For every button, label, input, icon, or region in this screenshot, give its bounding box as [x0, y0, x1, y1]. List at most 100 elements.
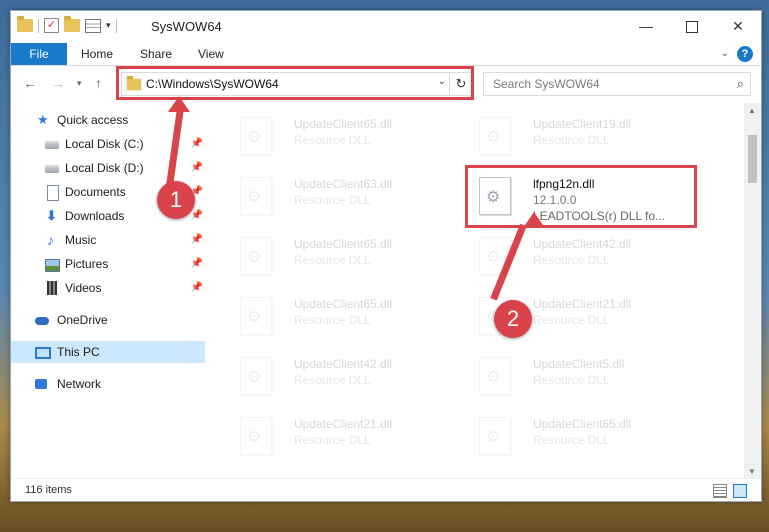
file-item[interactable]: UpdateClient5.dll Resource DLL	[471, 357, 691, 401]
file-type: Resource DLL	[294, 313, 371, 327]
drive-icon	[45, 165, 59, 173]
sidebar-item-label: This PC	[57, 345, 100, 359]
pictures-icon	[45, 259, 60, 272]
customize-icon[interactable]	[85, 18, 101, 33]
sidebar-item-onedrive[interactable]: OneDrive	[11, 309, 205, 331]
navigation-pane: ★ Quick access Local Disk (C:) 📌 Local D…	[11, 103, 211, 479]
dll-file-icon	[479, 117, 511, 155]
tab-view[interactable]: View	[198, 43, 224, 65]
large-icons-view-icon[interactable]	[733, 484, 747, 498]
item-count: 116 items	[25, 484, 72, 496]
sidebar-item-label: Documents	[65, 185, 126, 199]
expand-ribbon-icon[interactable]: ⌄	[721, 48, 729, 59]
sidebar-item-network[interactable]: Network	[11, 373, 205, 395]
file-name: UpdateClient65.dll	[294, 117, 393, 131]
arrow-head-1	[168, 96, 190, 112]
properties-check-icon[interactable]: ✓	[44, 18, 59, 33]
file-item[interactable]: UpdateClient65.dll Resource DLL	[232, 297, 452, 341]
sidebar-item-label: Downloads	[65, 209, 125, 223]
dll-file-icon	[240, 177, 272, 215]
file-item[interactable]: UpdateClient21.dll Resource DLL	[232, 417, 452, 461]
title-bar: ✓ ▾ SysWOW64 — ✕	[11, 11, 761, 43]
help-button[interactable]: ?	[737, 46, 753, 62]
minimize-button[interactable]: —	[623, 11, 669, 41]
sidebar-item-pictures[interactable]: Pictures 📌	[11, 253, 205, 275]
search-icon[interactable]: ⌕	[737, 76, 744, 92]
dll-file-icon	[240, 357, 272, 395]
window-title: SysWOW64	[151, 19, 222, 34]
file-type: Resource DLL	[533, 313, 610, 327]
search-input[interactable]: Search SysWOW64 ⌕	[483, 72, 751, 96]
scroll-up-icon[interactable]: ▲	[748, 106, 756, 115]
scrollbar-thumb[interactable]	[748, 135, 757, 183]
status-bar: 116 items	[11, 478, 761, 501]
tab-share[interactable]: Share	[140, 43, 172, 65]
close-button[interactable]: ✕	[715, 11, 761, 41]
file-item[interactable]: UpdateClient65.dll Resource DLL	[232, 117, 452, 161]
file-type: Resource DLL	[294, 133, 371, 147]
file-item[interactable]: UpdateClient42.dll Resource DLL	[232, 357, 452, 401]
up-arrow-icon[interactable]: ↑	[95, 75, 102, 91]
pin-icon[interactable]: 📌	[191, 210, 203, 221]
recent-locations-icon[interactable]: ▾	[77, 78, 82, 89]
sidebar-item-label: Pictures	[65, 257, 109, 271]
drive-icon	[45, 141, 59, 149]
sidebar-item-label: Network	[57, 377, 102, 391]
sidebar-item-this-pc[interactable]: This PC	[11, 341, 205, 363]
file-type: Resource DLL	[294, 193, 371, 207]
sidebar-item-videos[interactable]: Videos 📌	[11, 277, 205, 299]
back-arrow-icon[interactable]: ←	[23, 75, 37, 91]
scroll-down-icon[interactable]: ▼	[748, 467, 756, 476]
file-highlight	[465, 165, 697, 228]
file-item[interactable]: UpdateClient63.dll Resource DLL	[232, 177, 452, 221]
file-type: Resource DLL	[533, 253, 610, 267]
arrow-head-2	[523, 212, 545, 228]
file-name: UpdateClient65.dll	[294, 237, 393, 251]
file-name: UpdateClient19.dll	[533, 117, 632, 131]
file-name: UpdateClient65.dll	[294, 297, 393, 311]
dll-file-icon	[240, 237, 272, 275]
file-name: UpdateClient21.dll	[533, 297, 632, 311]
file-item[interactable]: UpdateClient65.dll Resource DLL	[232, 237, 452, 281]
dll-file-icon	[240, 297, 272, 335]
file-item[interactable]: UpdateClient65.dll Resource DLL	[471, 417, 691, 461]
chevron-down-icon[interactable]: ▾	[106, 20, 111, 31]
file-name: UpdateClient5.dll	[533, 357, 625, 371]
pin-icon[interactable]: 📌	[191, 258, 203, 269]
dll-file-icon	[240, 417, 272, 455]
sidebar-item-label: Music	[65, 233, 97, 247]
download-icon: ⬇	[46, 208, 57, 223]
maximize-button[interactable]	[669, 11, 715, 41]
details-view-icon[interactable]	[713, 484, 727, 498]
tab-home[interactable]: Home	[81, 43, 113, 65]
videos-icon	[47, 281, 57, 295]
file-list: UpdateClient65.dll Resource DLL UpdateCl…	[216, 103, 726, 479]
vertical-scrollbar[interactable]: ▲ ▼	[744, 103, 761, 479]
tab-file[interactable]: File	[11, 43, 67, 65]
file-type: Resource DLL	[294, 433, 371, 447]
sidebar-item-label: Local Disk (C:)	[65, 137, 144, 151]
sidebar-item-label: Local Disk (D:)	[65, 161, 144, 175]
pin-icon[interactable]: 📌	[191, 282, 203, 293]
file-type: Resource DLL	[294, 373, 371, 387]
computer-icon	[35, 347, 51, 359]
dll-file-icon	[240, 117, 272, 155]
pin-icon[interactable]: 📌	[191, 234, 203, 245]
ribbon-tabs: File Home Share View ⌄ ?	[11, 43, 761, 66]
sidebar-item-label: OneDrive	[57, 313, 108, 327]
forward-arrow-icon[interactable]: →	[51, 75, 65, 91]
address-bar-highlight	[116, 66, 474, 100]
sidebar-item-music[interactable]: ♪ Music 📌	[11, 229, 205, 251]
music-icon: ♪	[47, 232, 54, 248]
folder-icon	[17, 16, 33, 32]
step-badge-1: 1	[157, 181, 195, 219]
sidebar-item-label: Quick access	[57, 113, 129, 127]
pin-icon[interactable]: 📌	[191, 138, 203, 149]
pin-icon[interactable]: 📌	[191, 162, 203, 173]
file-item[interactable]: UpdateClient19.dll Resource DLL	[471, 117, 691, 161]
new-folder-icon[interactable]	[64, 16, 80, 32]
file-type: Resource DLL	[533, 433, 610, 447]
file-type: Resource DLL	[533, 133, 610, 147]
sidebar-item-label: Videos	[65, 281, 102, 295]
maximize-icon	[686, 21, 698, 34]
